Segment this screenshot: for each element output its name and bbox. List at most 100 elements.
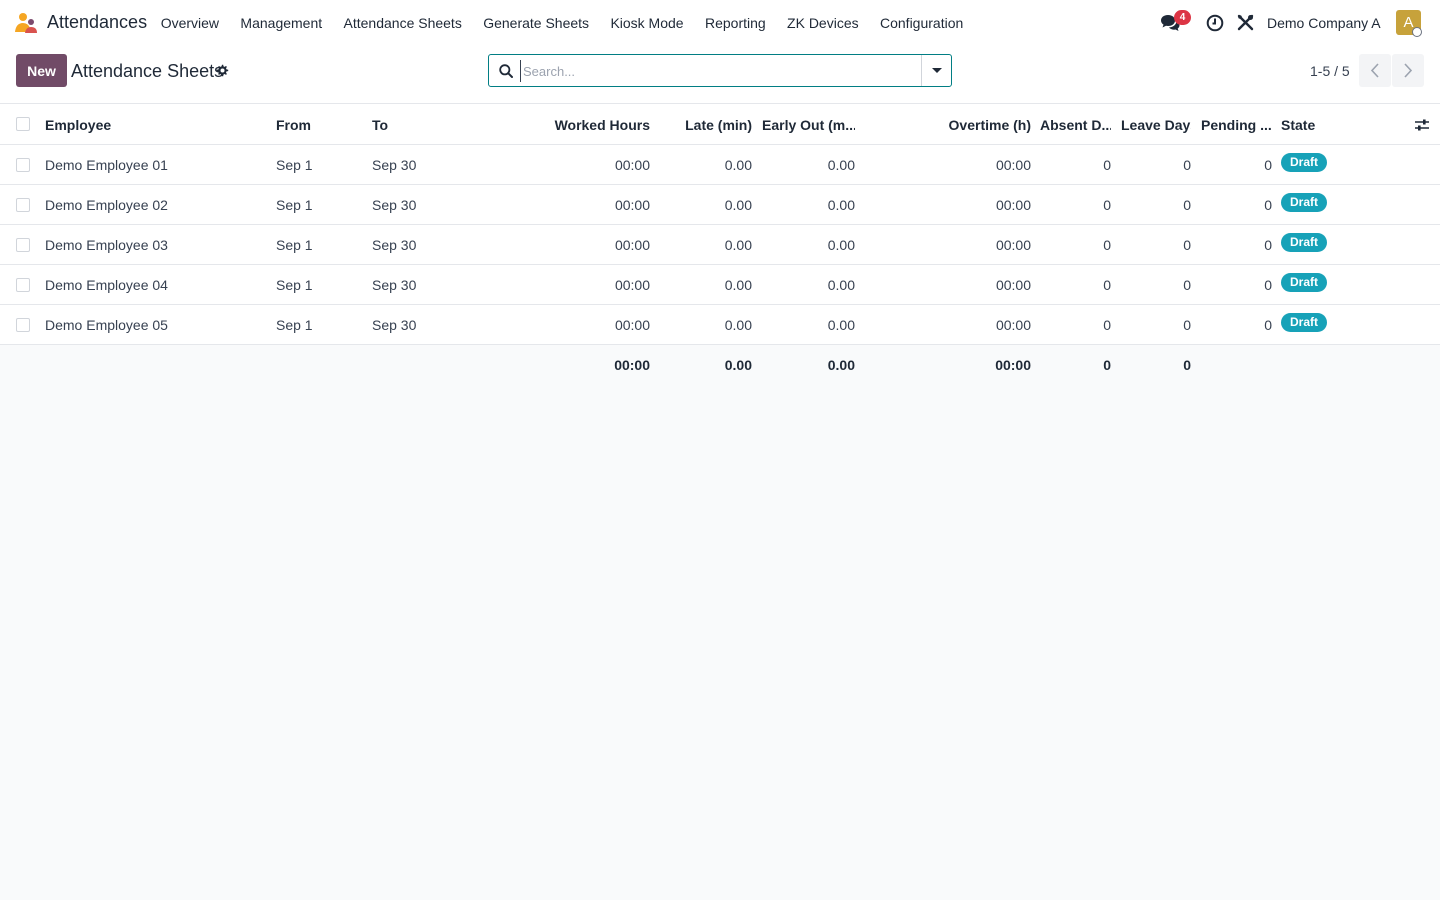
cell-pending: 0 [1264, 197, 1272, 213]
column-header-early-out[interactable]: Early Out (m... [762, 104, 855, 144]
menu-item-generate-sheets[interactable]: Generate Sheets [473, 15, 600, 31]
cell-worked-hours: 00:00 [614, 277, 650, 293]
total-absent-days: 0 [1103, 357, 1111, 373]
cell-worked-hours: 00:00 [614, 317, 650, 333]
cell-overtime: 00:00 [995, 237, 1031, 253]
search-input[interactable] [520, 60, 920, 82]
row-checkbox[interactable] [16, 278, 30, 292]
menu-item-configuration[interactable]: Configuration [869, 15, 974, 31]
search-filters-toggle[interactable] [921, 55, 951, 86]
cell-late: 0.00 [724, 317, 752, 333]
column-header-absent-days[interactable]: Absent D... [1040, 104, 1111, 144]
cell-leave-days: 0 [1183, 157, 1191, 173]
cell-early-out: 0.00 [827, 237, 855, 253]
cell-to: Sep 30 [372, 197, 417, 213]
column-header-pending[interactable]: Pending ... [1201, 104, 1272, 144]
table-row[interactable]: Demo Employee 05 Sep 1 Sep 30 00:00 0.00… [0, 305, 1440, 345]
gear-icon[interactable] [215, 64, 229, 78]
menu-item-zk-devices[interactable]: ZK Devices [776, 15, 869, 31]
user-status-indicator [1412, 27, 1422, 37]
row-checkbox[interactable] [16, 238, 30, 252]
cell-absent-days: 0 [1103, 157, 1111, 173]
total-worked-hours: 00:00 [614, 357, 650, 373]
cell-worked-hours: 00:00 [614, 237, 650, 253]
cell-from: Sep 1 [276, 237, 313, 253]
column-header-late[interactable]: Late (min) [662, 104, 752, 144]
pager-value[interactable]: 1-5 / 5 [1310, 63, 1350, 79]
cell-leave-days: 0 [1183, 197, 1191, 213]
caret-down-icon [932, 68, 942, 73]
table-row[interactable]: Demo Employee 04 Sep 1 Sep 30 00:00 0.00… [0, 265, 1440, 305]
cell-late: 0.00 [724, 197, 752, 213]
cell-overtime: 00:00 [995, 317, 1031, 333]
cell-state: Draft [1281, 265, 1381, 305]
cell-from: Sep 1 [276, 157, 313, 173]
state-badge: Draft [1281, 193, 1328, 212]
cell-late: 0.00 [724, 277, 752, 293]
cell-leave-days: 0 [1183, 317, 1191, 333]
debug-tools-icon[interactable] [1237, 14, 1254, 31]
table-row[interactable]: Demo Employee 02 Sep 1 Sep 30 00:00 0.00… [0, 185, 1440, 225]
menu-item-attendance-sheets[interactable]: Attendance Sheets [333, 15, 473, 31]
page-title: Attendance Sheets [71, 61, 224, 81]
cell-from: Sep 1 [276, 277, 313, 293]
total-leave-days: 0 [1183, 357, 1191, 373]
menu-item-reporting[interactable]: Reporting [694, 15, 776, 31]
new-button[interactable]: New [16, 54, 67, 87]
chevron-left-icon [1370, 63, 1379, 78]
cell-state: Draft [1281, 185, 1381, 225]
row-checkbox[interactable] [16, 158, 30, 172]
column-header-employee[interactable]: Employee [45, 104, 265, 144]
table-row[interactable]: Demo Employee 03 Sep 1 Sep 30 00:00 0.00… [0, 225, 1440, 265]
cell-state: Draft [1281, 145, 1381, 185]
activity-clock-icon[interactable] [1206, 14, 1224, 32]
column-header-state[interactable]: State [1281, 104, 1381, 144]
cell-worked-hours: 00:00 [614, 157, 650, 173]
cell-absent-days: 0 [1103, 277, 1111, 293]
attendances-app-icon[interactable] [14, 12, 38, 34]
cell-absent-days: 0 [1103, 237, 1111, 253]
control-panel: New Attendance Sheets 1-5 / 5 [0, 46, 1440, 104]
pager-next-button[interactable] [1392, 54, 1424, 87]
table-row[interactable]: Demo Employee 01 Sep 1 Sep 30 00:00 0.00… [0, 145, 1440, 185]
cell-employee: Demo Employee 01 [45, 157, 168, 173]
cell-to: Sep 30 [372, 317, 417, 333]
column-header-to[interactable]: To [372, 104, 472, 144]
app-name[interactable]: Attendances [47, 12, 147, 33]
cell-pending: 0 [1264, 157, 1272, 173]
total-early-out: 0.00 [827, 357, 855, 373]
column-header-worked-hours[interactable]: Worked Hours [530, 104, 650, 144]
cell-pending: 0 [1264, 277, 1272, 293]
cell-state: Draft [1281, 225, 1381, 265]
cell-from: Sep 1 [276, 317, 313, 333]
cell-late: 0.00 [724, 237, 752, 253]
row-checkbox[interactable] [16, 318, 30, 332]
state-badge: Draft [1281, 233, 1328, 252]
cell-early-out: 0.00 [827, 197, 855, 213]
cell-late: 0.00 [724, 157, 752, 173]
cell-to: Sep 30 [372, 277, 417, 293]
cell-absent-days: 0 [1103, 317, 1111, 333]
messages-counter-badge: 4 [1174, 10, 1191, 25]
menu-item-kiosk-mode[interactable]: Kiosk Mode [600, 15, 695, 31]
cell-overtime: 00:00 [995, 277, 1031, 293]
menu-item-overview[interactable]: Overview [150, 15, 230, 31]
cell-to: Sep 30 [372, 157, 417, 173]
column-header-from[interactable]: From [276, 104, 366, 144]
pager-previous-button[interactable] [1359, 54, 1391, 87]
column-header-overtime[interactable]: Overtime (h) [910, 104, 1031, 144]
cell-employee: Demo Employee 03 [45, 237, 168, 253]
cell-leave-days: 0 [1183, 277, 1191, 293]
cell-early-out: 0.00 [827, 317, 855, 333]
table-header: Employee From To Worked Hours Late (min)… [0, 104, 1440, 145]
optional-columns-sliders-icon[interactable] [1414, 118, 1430, 132]
cell-employee: Demo Employee 04 [45, 277, 168, 293]
menu-item-management[interactable]: Management [230, 15, 333, 31]
chevron-right-icon [1404, 63, 1413, 78]
row-checkbox[interactable] [16, 198, 30, 212]
column-header-leave-days[interactable]: Leave Days [1121, 104, 1191, 144]
company-switcher[interactable]: Demo Company A [1267, 15, 1381, 31]
select-all-checkbox[interactable] [16, 117, 30, 131]
search-bar [488, 54, 952, 87]
main-menu: Overview Management Attendance Sheets Ge… [150, 0, 974, 46]
